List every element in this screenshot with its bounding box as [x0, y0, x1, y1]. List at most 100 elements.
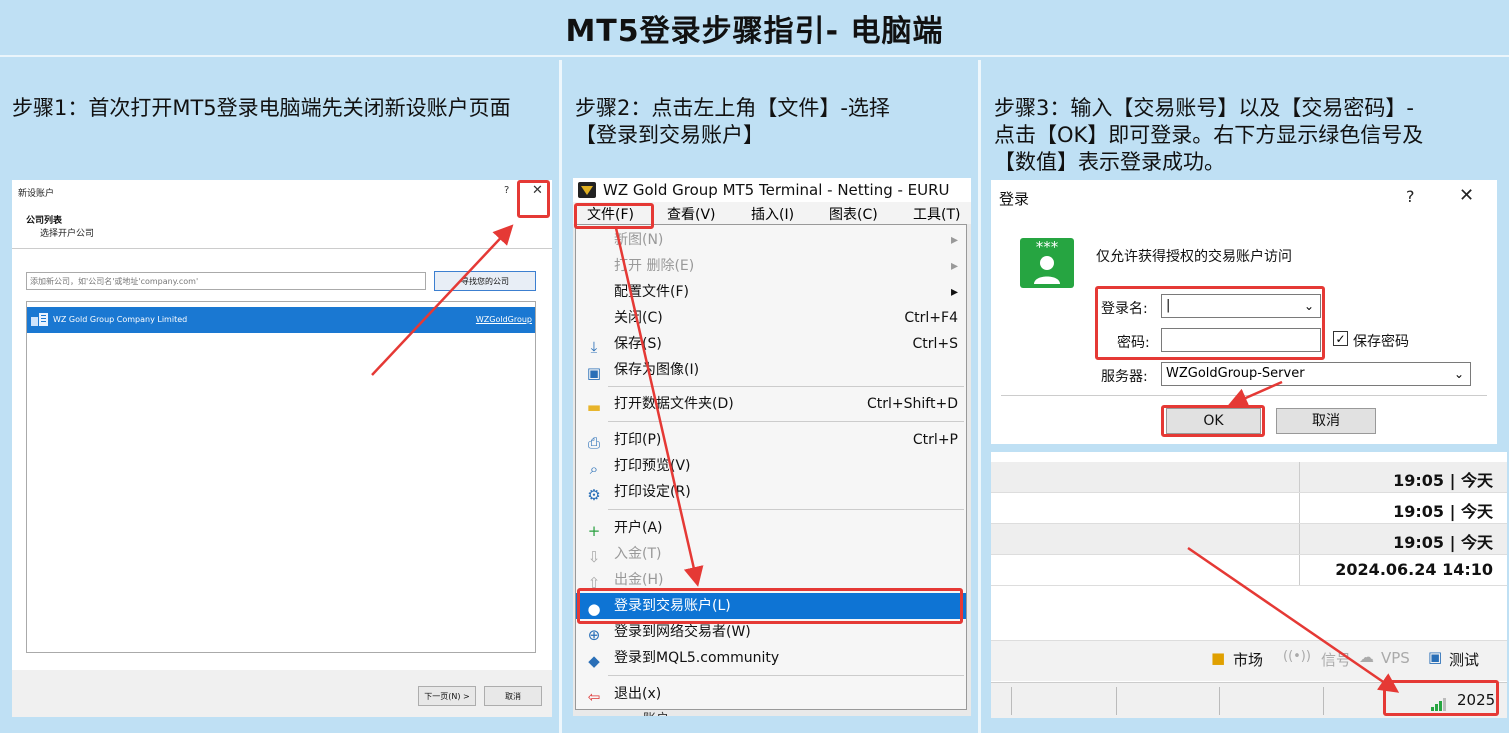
menu-view[interactable]: 查看(V)	[667, 204, 716, 224]
cancel-button[interactable]: 取消	[1276, 408, 1376, 434]
highlight-ok-button	[1161, 405, 1265, 437]
menu-item-profiles[interactable]: 配置文件(F) ▸	[576, 279, 966, 305]
title-banner: MT5登录步骤指引- 电脑端	[0, 0, 1509, 57]
status-divider	[1011, 687, 1012, 715]
step3-instruction: 步骤3：输入【交易账号】以及【交易密码】- 点击【OK】即可登录。右下方显示绿色…	[994, 95, 1423, 176]
highlight-login-item	[577, 588, 963, 624]
row-time: 19:05 | 今天	[1393, 502, 1493, 521]
tester-tab[interactable]: 测试	[1449, 649, 1479, 670]
company-link[interactable]: WZGoldGroup	[476, 307, 532, 333]
submenu-arrow-icon: ▸	[950, 284, 958, 300]
menu-shortcut: Ctrl+S	[912, 336, 958, 352]
table-row: 19:05 | 今天	[991, 462, 1507, 493]
exit-icon: ⇦	[587, 688, 601, 706]
gear-icon: ⚙	[587, 486, 601, 504]
next-button[interactable]: 下一页(N) >	[418, 686, 476, 706]
highlight-file-menu	[574, 203, 654, 229]
server-label: 服务器:	[1101, 369, 1148, 385]
row-time: 2024.06.24 14:10	[1335, 560, 1493, 579]
signal-icon: ((•))	[1283, 649, 1311, 664]
menu-item-save-image[interactable]: ▣ 保存为图像(I)	[576, 357, 966, 383]
list-item[interactable]: WZ Gold Group Company Limited WZGoldGrou…	[27, 307, 535, 333]
new-account-dialog: 新设账户 ? ✕ 公司列表 选择开户公司 添加新公司，如'公司名'或地址'com…	[12, 180, 552, 717]
server-value: WZGoldGroup-Server	[1166, 366, 1305, 381]
page-title: MT5登录步骤指引- 电脑端	[565, 13, 944, 49]
cancel-button[interactable]: 取消	[484, 686, 542, 706]
toolbar: ■ 市场 ((•)) 信号 ☁ VPS ▣ 测试	[991, 640, 1507, 681]
row-time: 19:05 | 今天	[1393, 471, 1493, 490]
table-row: 2024.06.24 14:10	[991, 555, 1507, 586]
find-company-button[interactable]: 寻找您的公司	[434, 271, 536, 291]
company-list-subheading: 选择开户公司	[40, 229, 95, 239]
menu-item-label: 开户(A)	[614, 520, 663, 536]
menu-charts[interactable]: 图表(C)	[829, 204, 878, 224]
submenu-arrow-icon: ▸	[950, 258, 958, 274]
step2-instruction: 步骤2：点击左上角【文件】-选择 【登录到交易账户】	[575, 95, 890, 149]
mt5-account-logo: ***	[1020, 238, 1074, 288]
menu-item-label: 退出(x)	[614, 686, 662, 702]
vps-tab[interactable]: VPS	[1381, 649, 1410, 667]
menu-insert[interactable]: 插入(I)	[751, 204, 794, 224]
chevron-down-icon[interactable]: ⌄	[1454, 363, 1464, 385]
menu-item-label: 打开 删除(E)	[614, 258, 695, 274]
menu-item-login-mql5[interactable]: ◆ 登录到MQL5.community	[576, 645, 966, 671]
status-divider	[1323, 687, 1324, 715]
status-divider	[1219, 687, 1220, 715]
server-select[interactable]: WZGoldGroup-Server ⌄	[1161, 362, 1471, 386]
step1-instruction: 步骤1：首次打开MT5登录电脑端先关闭新设账户页面	[12, 96, 511, 120]
menu-item-label: 保存(S)	[614, 336, 662, 352]
cell-divider	[1299, 524, 1300, 554]
dialog-footer: 下一页(N) > 取消	[12, 670, 552, 717]
row-time: 19:05 | 今天	[1393, 533, 1493, 552]
file-menu: 新图(N) ▸ 打开 删除(E) ▸ 配置文件(F) ▸ 关闭(C) Ctrl+F4 ⤓…	[575, 224, 967, 710]
menu-item-new-chart[interactable]: 新图(N) ▸	[576, 227, 966, 253]
menu-item-save[interactable]: ⤓ 保存(S) Ctrl+S	[576, 331, 966, 357]
panel-divider	[978, 60, 981, 733]
folder-icon: ▬	[586, 398, 602, 416]
menu-item-label: 保存为图像(I)	[614, 362, 700, 378]
terminal-journal-panel: 19:05 | 今天 19:05 | 今天 19:05 | 今天 2024.06…	[991, 452, 1507, 718]
market-tab[interactable]: 市场	[1233, 649, 1263, 670]
step2-line2: 【登录到交易账户】	[575, 123, 764, 147]
menu-item-label: 关闭(C)	[614, 310, 663, 326]
graduation-cap-icon: ◆	[588, 652, 600, 670]
menu-item-print-preview[interactable]: ⌕ 打印预览(V)	[576, 453, 966, 479]
highlight-close	[517, 180, 550, 218]
navigator-accounts-label: 账户	[643, 708, 669, 716]
step3-line2: 点击【OK】即可登录。右下方显示绿色信号及	[994, 123, 1424, 147]
company-list-heading: 公司列表	[26, 216, 63, 226]
help-button[interactable]: ?	[1406, 187, 1415, 206]
menu-item-exit[interactable]: ⇦ 退出(x)	[576, 681, 966, 707]
step3-line3: 【数值】表示登录成功。	[994, 150, 1225, 174]
highlight-connection	[1383, 680, 1499, 716]
menu-item-deposit[interactable]: ⇩ 入金(T)	[576, 541, 966, 567]
table-row: 19:05 | 今天	[991, 524, 1507, 555]
cloud-icon: ☁	[1359, 648, 1374, 666]
help-button[interactable]: ?	[504, 185, 509, 196]
dialog-divider	[1001, 395, 1487, 396]
dialog-title: 新设账户	[18, 189, 55, 199]
menu-item-open-account[interactable]: + 开户(A)	[576, 515, 966, 541]
dialog-title: 登录	[999, 190, 1030, 208]
table-row: 19:05 | 今天	[991, 493, 1507, 524]
menu-item-label: 配置文件(F)	[614, 284, 689, 300]
menu-item-print[interactable]: ⎙ 打印(P) Ctrl+P	[576, 427, 966, 453]
menu-item-open-data-folder[interactable]: ▬ 打开数据文件夹(D) Ctrl+Shift+D	[576, 391, 966, 417]
close-icon[interactable]: ✕	[1459, 185, 1474, 206]
menu-item-label: 打印(P)	[614, 432, 662, 448]
cell-divider	[1299, 493, 1300, 523]
menu-separator	[608, 421, 964, 422]
save-password-checkbox[interactable]: ✓	[1333, 331, 1348, 346]
menu-item-print-setup[interactable]: ⚙ 打印设定(R)	[576, 479, 966, 505]
signals-tab[interactable]: 信号	[1321, 649, 1351, 670]
image-icon: ▣	[586, 364, 602, 382]
company-name: WZ Gold Group Company Limited	[53, 315, 188, 324]
menu-item-open-delete[interactable]: 打开 删除(E) ▸	[576, 253, 966, 279]
menu-item-close[interactable]: 关闭(C) Ctrl+F4	[576, 305, 966, 331]
window-title: WZ Gold Group MT5 Terminal - Netting - E…	[603, 181, 950, 199]
chip-icon: ▣	[1428, 648, 1443, 666]
company-search-input[interactable]: 添加新公司，如'公司名'或地址'company.com'	[26, 272, 426, 290]
highlight-credentials	[1095, 286, 1325, 360]
menu-tools[interactable]: 工具(T)	[913, 204, 960, 224]
mt5-terminal-window: WZ Gold Group MT5 Terminal - Netting - E…	[573, 178, 971, 716]
